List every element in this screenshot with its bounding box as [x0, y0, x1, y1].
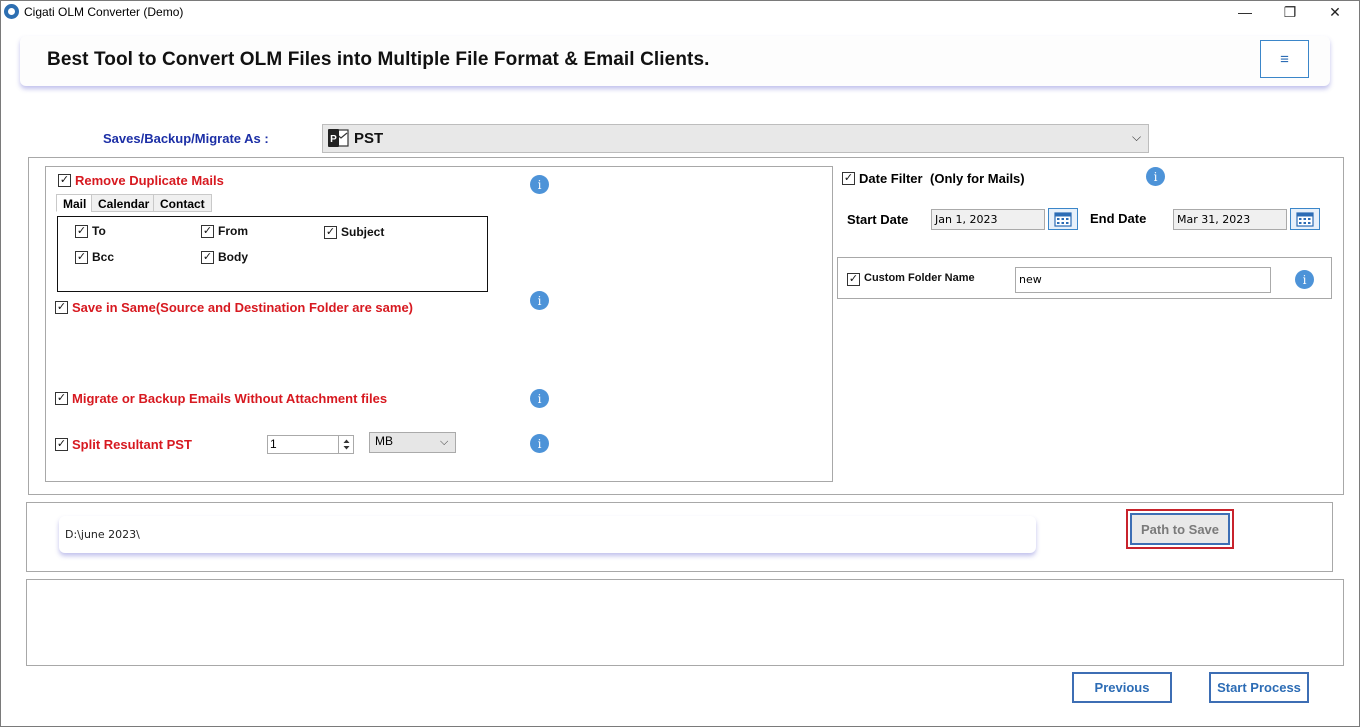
field-body-checkbox[interactable]: ✓ [201, 251, 214, 264]
remove-duplicates-label: Remove Duplicate Mails [75, 173, 224, 188]
title-bar [0, 0, 1360, 24]
chevron-down-icon[interactable]: ⌵ [440, 436, 448, 449]
custom-folder-checkbox[interactable]: ✓ [847, 273, 860, 286]
tab-mail[interactable]: Mail [56, 194, 94, 212]
start-process-button[interactable]: Start Process [1209, 672, 1309, 703]
start-date-label: Start Date [847, 212, 909, 227]
save-as-label: Saves/Backup/Migrate As : [103, 131, 269, 146]
field-subject-checkbox[interactable]: ✓ [324, 226, 337, 239]
split-unit-value: MB [375, 434, 393, 448]
info-icon[interactable]: i [530, 291, 549, 310]
outlook-pst-icon: P [328, 129, 349, 147]
date-filter-note: (Only for Mails) [930, 171, 1025, 186]
format-selected-value: PST [354, 130, 384, 147]
info-icon[interactable]: i [1295, 270, 1314, 289]
minimize-button[interactable]: — [1222, 0, 1268, 24]
menu-button[interactable]: ≡ [1260, 40, 1309, 78]
previous-button[interactable]: Previous [1072, 672, 1172, 703]
hamburger-icon: ≡ [1280, 50, 1289, 68]
maximize-button[interactable]: ❐ [1267, 0, 1313, 24]
field-to-label: To [92, 224, 106, 238]
field-bcc-label: Bcc [92, 250, 115, 264]
custom-folder-label: Custom Folder Name [864, 272, 975, 284]
without-attachments-label: Migrate or Backup Emails Without Attachm… [72, 391, 388, 406]
destination-path-field[interactable] [59, 516, 1036, 553]
remove-duplicates-checkbox[interactable]: ✓ [58, 174, 71, 187]
path-to-save-button[interactable]: Path to Save [1130, 513, 1230, 545]
date-filter-label: Date Filter [859, 171, 923, 186]
svg-text:P: P [330, 134, 337, 145]
field-to-checkbox[interactable]: ✓ [75, 225, 88, 238]
app-logo-icon [4, 4, 19, 19]
close-button[interactable]: ✕ [1312, 0, 1358, 24]
start-date-input[interactable]: Jan 1, 2023 [931, 209, 1045, 230]
field-from-checkbox[interactable]: ✓ [201, 225, 214, 238]
stepper-arrows[interactable] [338, 436, 353, 453]
calendar-icon [1054, 212, 1072, 227]
calendar-icon [1296, 212, 1314, 227]
chevron-down-icon[interactable]: ⌵ [1132, 130, 1141, 145]
destination-path-value: D:\june 2023\ [65, 528, 140, 541]
header-title: Best Tool to Convert OLM Files into Mult… [47, 49, 710, 70]
mail-fields-box [57, 216, 488, 292]
without-attachments-checkbox[interactable]: ✓ [55, 392, 68, 405]
custom-folder-input[interactable]: new [1015, 267, 1271, 293]
field-from-label: From [218, 224, 248, 238]
end-date-input[interactable]: Mar 31, 2023 [1173, 209, 1287, 230]
info-icon[interactable]: i [530, 389, 549, 408]
info-icon[interactable]: i [530, 434, 549, 453]
log-panel [26, 579, 1344, 666]
end-date-calendar-button[interactable] [1290, 208, 1320, 230]
date-filter-checkbox[interactable]: ✓ [842, 172, 855, 185]
split-size-value: 1 [270, 437, 277, 451]
end-date-label: End Date [1090, 211, 1147, 226]
tab-calendar[interactable]: Calendar [91, 194, 157, 212]
save-in-same-checkbox[interactable]: ✓ [55, 301, 68, 314]
format-select[interactable] [322, 124, 1149, 153]
window-title: Cigati OLM Converter (Demo) [24, 5, 184, 19]
split-label: Split Resultant PST [72, 437, 192, 452]
field-bcc-checkbox[interactable]: ✓ [75, 251, 88, 264]
tab-contact[interactable]: Contact [153, 194, 212, 212]
info-icon[interactable]: i [530, 175, 549, 194]
split-checkbox[interactable]: ✓ [55, 438, 68, 451]
save-in-same-label: Save in Same(Source and Destination Fold… [72, 300, 414, 315]
field-body-label: Body [218, 250, 248, 264]
info-icon[interactable]: i [1146, 167, 1165, 186]
start-date-calendar-button[interactable] [1048, 208, 1078, 230]
stepper-arrows-icon [343, 439, 350, 450]
field-subject-label: Subject [341, 225, 385, 239]
